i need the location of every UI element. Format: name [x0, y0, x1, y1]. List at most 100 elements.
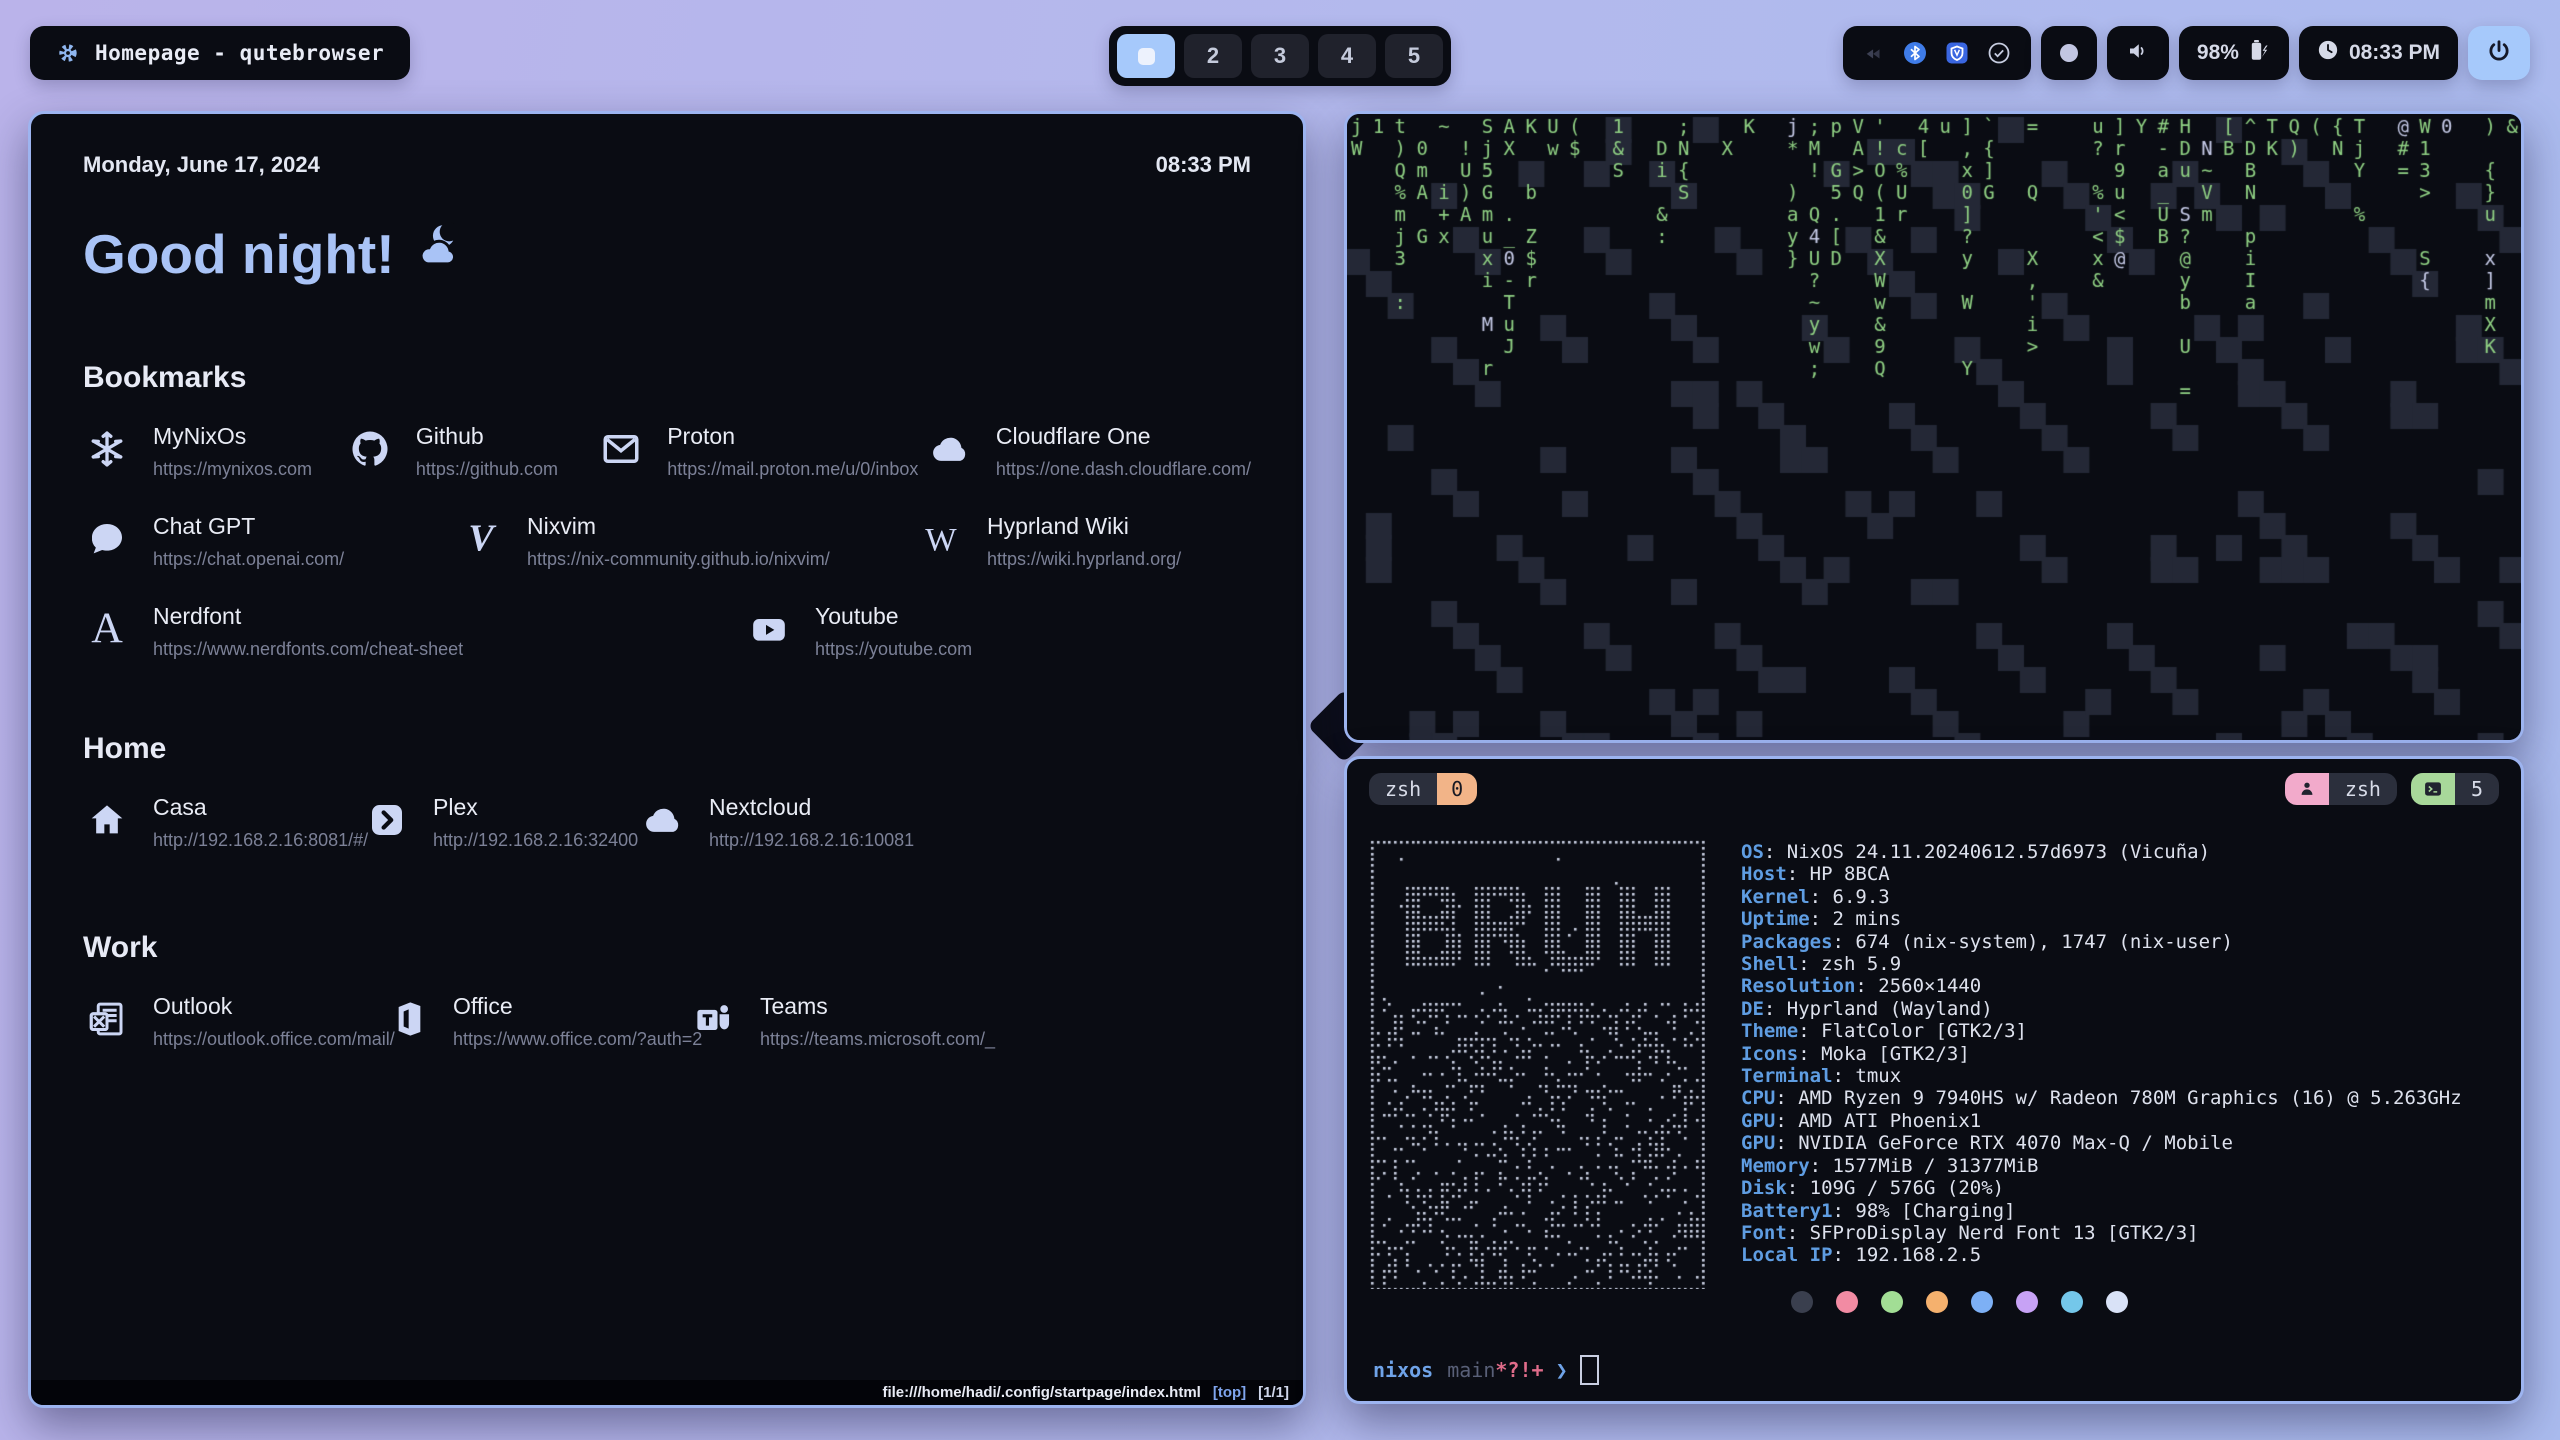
workspace-button-3[interactable]: 3 — [1251, 34, 1309, 78]
bookmark-hyprland-wiki[interactable]: WHyprland Wikihttps://wiki.hyprland.org/ — [917, 513, 1181, 570]
office-icon — [383, 993, 431, 1045]
prompt-arrow: ❯ — [1556, 1358, 1568, 1382]
clock-icon — [2317, 39, 2339, 67]
tmux-session-pill[interactable]: zsh 0 — [1369, 773, 1477, 805]
bookmark-nixvim[interactable]: VNixvimhttps://nix-community.github.io/n… — [457, 513, 917, 570]
speaker-icon — [2126, 39, 2150, 68]
bookmark-nextcloud[interactable]: Nextcloud http://192.168.2.16:10081 — [639, 794, 914, 851]
top-bar: Homepage - qutebrowser 2345 98% 08:33 PM — [30, 26, 2530, 80]
shield-vpn-icon[interactable] — [1945, 41, 1969, 65]
hidden-apps-icon[interactable] — [1863, 42, 1885, 64]
date-row: Monday, June 17, 2024 08:33 PM — [83, 152, 1251, 178]
bookmark-casa[interactable]: Casahttp://192.168.2.16:8081/#/ — [83, 794, 363, 851]
palette-dot-0 — [1791, 1291, 1813, 1313]
fetch-line: DE: Hyprland (Wayland) — [1741, 998, 2462, 1020]
bookmark-office[interactable]: Officehttps://www.office.com/?auth=2 — [383, 993, 690, 1050]
fetch-line: Kernel: 6.9.3 — [1741, 886, 2462, 908]
bookmark-title: Nerdfont — [153, 603, 463, 630]
volume-pill[interactable] — [2107, 26, 2169, 80]
bookmark-url: http://192.168.2.16:32400 — [433, 830, 638, 851]
palette-dot-2 — [1881, 1291, 1903, 1313]
cloud-icon — [639, 794, 687, 846]
bookmark-outlook[interactable]: Outlookhttps://outlook.office.com/mail/ — [83, 993, 383, 1050]
check-circle-icon[interactable] — [1987, 41, 2011, 65]
date-text: Monday, June 17, 2024 — [83, 152, 320, 178]
shell-prompt[interactable]: nixos main *?!+ ❯ — [1373, 1355, 1599, 1385]
svg-text:A: A — [91, 608, 123, 650]
cloud-icon — [926, 423, 974, 475]
bookmark-cloudflare-one[interactable]: Cloudflare Onehttps://one.dash.cloudflar… — [926, 423, 1251, 480]
bookmark-row: MyNixOshttps://mynixos.comGithubhttps://… — [83, 423, 1251, 480]
palette-dot-3 — [1926, 1291, 1948, 1313]
statusbar-scroll-position: [top] — [1213, 1384, 1246, 1401]
bookmark-teams[interactable]: Teamshttps://teams.microsoft.com/_ — [690, 993, 995, 1050]
fetch-line: Resolution: 2560×1440 — [1741, 975, 2462, 997]
tmux-status-pill-5: 5 — [2411, 773, 2499, 805]
moon-cloud-icon — [411, 220, 465, 287]
workspace-button-1[interactable] — [1117, 34, 1175, 78]
youtube-icon — [745, 603, 793, 655]
bookmark-chat-gpt[interactable]: Chat GPThttps://chat.openai.com/ — [83, 513, 457, 570]
teams-icon — [690, 993, 738, 1045]
bookmark-url: https://outlook.office.com/mail/ — [153, 1029, 395, 1050]
nix-snowflake-icon — [83, 423, 131, 475]
workspace-button-5[interactable]: 5 — [1385, 34, 1443, 78]
power-button[interactable] — [2468, 26, 2530, 80]
greeting: Good night! — [83, 220, 1251, 287]
topbar-right-cluster: 98% 08:33 PM — [1843, 26, 2530, 80]
fetch-line: Icons: Moka [GTK2/3] — [1741, 1043, 2462, 1065]
statusbar-tab-index: [1/1] — [1258, 1384, 1289, 1401]
fetch-line: Disk: 109G / 576G (20%) — [1741, 1177, 2462, 1199]
battery-charging-icon — [2247, 38, 2271, 68]
tmux-window-index: 0 — [1437, 773, 1477, 805]
header-time: 08:33 PM — [1156, 152, 1251, 178]
workspace-button-4[interactable]: 4 — [1318, 34, 1376, 78]
workspace-switcher: 2345 — [1109, 26, 1451, 86]
section-title-work: Work — [83, 931, 1251, 965]
plex-icon — [363, 794, 411, 846]
fetch-line: GPU: AMD ATI Phoenix1 — [1741, 1110, 2462, 1132]
svg-text:V: V — [468, 519, 497, 559]
bookmark-url: http://192.168.2.16:8081/#/ — [153, 830, 368, 851]
tmux-status-pill-zsh: zsh — [2285, 773, 2397, 805]
fetch-line: Theme: FlatColor [GTK2/3] — [1741, 1020, 2462, 1042]
fetch-line: CPU: AMD Ryzen 9 7940HS w/ Radeon 780M G… — [1741, 1087, 2462, 1109]
bluetooth-icon[interactable] — [1903, 41, 1927, 65]
workspace-button-2[interactable]: 2 — [1184, 34, 1242, 78]
section-title-home: Home — [83, 732, 1251, 766]
battery-percent: 98% — [2197, 41, 2239, 65]
prompt-host: nixos — [1373, 1358, 1433, 1382]
bookmark-title: Youtube — [815, 603, 972, 630]
bookmark-title: Nextcloud — [709, 794, 914, 821]
bookmark-youtube[interactable]: Youtube https://youtube.com — [745, 603, 972, 660]
fetch-line: Host: HP 8BCA — [1741, 863, 2462, 885]
palette-dot-4 — [1971, 1291, 1993, 1313]
fetch-line: Shell: zsh 5.9 — [1741, 953, 2462, 975]
fetch-line: Font: SFProDisplay Nerd Font 13 [GTK2/3] — [1741, 1222, 2462, 1244]
bookmark-github[interactable]: Githubhttps://github.com — [346, 423, 597, 480]
bookmark-row: A Nerdfont https://www.nerdfonts.com/cheat… — [83, 603, 1251, 660]
bookmark-mynixos[interactable]: MyNixOshttps://mynixos.com — [83, 423, 346, 480]
nixvim-icon: V — [457, 513, 505, 565]
bookmark-title: Chat GPT — [153, 513, 344, 540]
indicator-dot-icon — [2060, 44, 2078, 62]
bookmark-url: https://wiki.hyprland.org/ — [987, 549, 1181, 570]
bookmark-title: Office — [453, 993, 702, 1020]
tmux-pill-label: 5 — [2455, 773, 2499, 805]
terminal-icon — [2411, 773, 2455, 805]
fetch-line: Local IP: 192.168.2.5 — [1741, 1244, 2462, 1266]
bookmark-url: https://youtube.com — [815, 639, 972, 660]
indicator-pill[interactable] — [2041, 26, 2097, 80]
prompt-git-flags: *?!+ — [1495, 1358, 1543, 1382]
bookmark-title: Plex — [433, 794, 638, 821]
bookmark-url: https://www.nerdfonts.com/cheat-sheet — [153, 639, 463, 660]
bookmark-url: https://mail.proton.me/u/0/inbox — [667, 459, 918, 480]
fetch-line: GPU: NVIDIA GeForce RTX 4070 Max-Q / Mob… — [1741, 1132, 2462, 1154]
bookmark-proton[interactable]: Protonhttps://mail.proton.me/u/0/inbox — [597, 423, 926, 480]
bookmark-row: Outlookhttps://outlook.office.com/mail/O… — [83, 993, 1251, 1050]
bookmark-plex[interactable]: Plex http://192.168.2.16:32400 — [363, 794, 639, 851]
bookmark-url: http://192.168.2.16:10081 — [709, 830, 914, 851]
bookmark-url: https://github.com — [416, 459, 558, 480]
bookmark-nerdfont[interactable]: A Nerdfont https://www.nerdfonts.com/cheat… — [83, 603, 745, 660]
nerdfont-icon: A — [83, 603, 131, 655]
